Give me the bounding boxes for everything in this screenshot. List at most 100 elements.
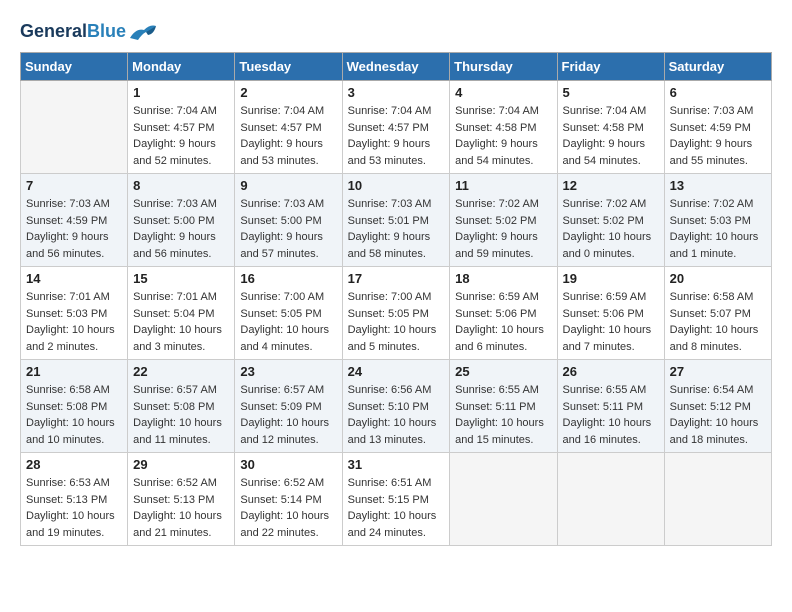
- calendar-cell: 11 Sunrise: 7:02 AMSunset: 5:02 PMDayligh…: [450, 174, 557, 267]
- calendar-cell: 19Sunrise: 6:59 AMSunset: 5:06 PMDayligh…: [557, 267, 664, 360]
- day-info: Sunrise: 7:04 AMSunset: 4:57 PMDaylight:…: [133, 103, 229, 169]
- day-number: 21: [26, 364, 122, 379]
- day-number: 5: [563, 85, 659, 100]
- day-info: Sunrise: 7:01 AMSunset: 5:04 PMDaylight:…: [133, 289, 229, 355]
- day-number: 2: [240, 85, 336, 100]
- day-info: Sunrise: 6:55 AMSunset: 5:11 PMDaylight:…: [563, 382, 659, 448]
- calendar-week-row: 7 Sunrise: 7:03 AMSunset: 4:59 PMDaylight…: [21, 174, 772, 267]
- day-number: 12: [563, 178, 659, 193]
- day-number: 10: [348, 178, 445, 193]
- day-number: 7: [26, 178, 122, 193]
- day-info: Sunrise: 7:01 AMSunset: 5:03 PMDaylight:…: [26, 289, 122, 355]
- day-number: 26: [563, 364, 659, 379]
- day-info: Sunrise: 6:58 AMSunset: 5:07 PMDaylight:…: [670, 289, 766, 355]
- day-info: Sunrise: 6:58 AMSunset: 5:08 PMDaylight:…: [26, 382, 122, 448]
- logo-bird-icon: [128, 20, 158, 44]
- day-info: Sunrise: 6:53 AMSunset: 5:13 PMDaylight:…: [26, 475, 122, 541]
- day-number: 9: [240, 178, 336, 193]
- day-number: 3: [348, 85, 445, 100]
- calendar-cell: 7 Sunrise: 7:03 AMSunset: 4:59 PMDaylight…: [21, 174, 128, 267]
- day-number: 25: [455, 364, 551, 379]
- day-header-sunday: Sunday: [21, 53, 128, 81]
- day-number: 13: [670, 178, 766, 193]
- calendar-cell: 5 Sunrise: 7:04 AMSunset: 4:58 PMDaylight…: [557, 81, 664, 174]
- calendar-cell: 8Sunrise: 7:03 AMSunset: 5:00 PMDaylight…: [128, 174, 235, 267]
- calendar-cell: 4 Sunrise: 7:04 AMSunset: 4:58 PMDaylight…: [450, 81, 557, 174]
- day-info: Sunrise: 6:57 AMSunset: 5:08 PMDaylight:…: [133, 382, 229, 448]
- calendar-week-row: 14 Sunrise: 7:01 AMSunset: 5:03 PMDayligh…: [21, 267, 772, 360]
- day-number: 29: [133, 457, 229, 472]
- day-number: 14: [26, 271, 122, 286]
- day-header-monday: Monday: [128, 53, 235, 81]
- calendar-cell: 12Sunrise: 7:02 AMSunset: 5:02 PMDayligh…: [557, 174, 664, 267]
- day-info: Sunrise: 7:00 AMSunset: 5:05 PMDaylight:…: [348, 289, 445, 355]
- calendar-week-row: 21 Sunrise: 6:58 AMSunset: 5:08 PMDayligh…: [21, 360, 772, 453]
- day-info: Sunrise: 6:55 AMSunset: 5:11 PMDaylight:…: [455, 382, 551, 448]
- day-info: Sunrise: 7:03 AMSunset: 4:59 PMDaylight:…: [26, 196, 122, 262]
- calendar-cell: 31 Sunrise: 6:51 AMSunset: 5:15 PMDayligh…: [342, 453, 450, 546]
- day-number: 23: [240, 364, 336, 379]
- day-number: 22: [133, 364, 229, 379]
- day-info: Sunrise: 7:04 AMSunset: 4:57 PMDaylight:…: [240, 103, 336, 169]
- day-info: Sunrise: 7:02 AMSunset: 5:02 PMDaylight:…: [455, 196, 551, 262]
- calendar-cell: 6 Sunrise: 7:03 AMSunset: 4:59 PMDaylight…: [664, 81, 771, 174]
- day-number: 19: [563, 271, 659, 286]
- calendar-cell: 22 Sunrise: 6:57 AMSunset: 5:08 PMDayligh…: [128, 360, 235, 453]
- calendar-cell: [21, 81, 128, 174]
- day-info: Sunrise: 7:03 AMSunset: 5:00 PMDaylight:…: [133, 196, 229, 262]
- calendar-cell: 20 Sunrise: 6:58 AMSunset: 5:07 PMDayligh…: [664, 267, 771, 360]
- day-number: 1: [133, 85, 229, 100]
- calendar-cell: 23 Sunrise: 6:57 AMSunset: 5:09 PMDayligh…: [235, 360, 342, 453]
- calendar-cell: 1 Sunrise: 7:04 AMSunset: 4:57 PMDaylight…: [128, 81, 235, 174]
- calendar-cell: 29 Sunrise: 6:52 AMSunset: 5:13 PMDayligh…: [128, 453, 235, 546]
- calendar-cell: 30 Sunrise: 6:52 AMSunset: 5:14 PMDayligh…: [235, 453, 342, 546]
- calendar-week-row: 28Sunrise: 6:53 AMSunset: 5:13 PMDayligh…: [21, 453, 772, 546]
- day-number: 17: [348, 271, 445, 286]
- calendar-cell: 10 Sunrise: 7:03 AMSunset: 5:01 PMDayligh…: [342, 174, 450, 267]
- calendar-cell: 27Sunrise: 6:54 AMSunset: 5:12 PMDayligh…: [664, 360, 771, 453]
- day-number: 6: [670, 85, 766, 100]
- day-number: 18: [455, 271, 551, 286]
- day-info: Sunrise: 7:04 AMSunset: 4:58 PMDaylight:…: [563, 103, 659, 169]
- day-number: 11: [455, 178, 551, 193]
- day-info: Sunrise: 6:51 AMSunset: 5:15 PMDaylight:…: [348, 475, 445, 541]
- day-header-wednesday: Wednesday: [342, 53, 450, 81]
- day-header-thursday: Thursday: [450, 53, 557, 81]
- day-info: Sunrise: 7:04 AMSunset: 4:58 PMDaylight:…: [455, 103, 551, 169]
- calendar-cell: 24 Sunrise: 6:56 AMSunset: 5:10 PMDayligh…: [342, 360, 450, 453]
- calendar-cell: 25 Sunrise: 6:55 AMSunset: 5:11 PMDayligh…: [450, 360, 557, 453]
- calendar-cell: 17 Sunrise: 7:00 AMSunset: 5:05 PMDayligh…: [342, 267, 450, 360]
- calendar-cell: 21 Sunrise: 6:58 AMSunset: 5:08 PMDayligh…: [21, 360, 128, 453]
- calendar-cell: [664, 453, 771, 546]
- calendar-cell: 9 Sunrise: 7:03 AMSunset: 5:00 PMDaylight…: [235, 174, 342, 267]
- calendar-cell: 28Sunrise: 6:53 AMSunset: 5:13 PMDayligh…: [21, 453, 128, 546]
- calendar-table: SundayMondayTuesdayWednesdayThursdayFrid…: [20, 52, 772, 546]
- day-info: Sunrise: 7:04 AMSunset: 4:57 PMDaylight:…: [348, 103, 445, 169]
- day-info: Sunrise: 6:57 AMSunset: 5:09 PMDaylight:…: [240, 382, 336, 448]
- day-info: Sunrise: 7:03 AMSunset: 5:01 PMDaylight:…: [348, 196, 445, 262]
- day-number: 30: [240, 457, 336, 472]
- day-number: 31: [348, 457, 445, 472]
- day-number: 4: [455, 85, 551, 100]
- day-header-saturday: Saturday: [664, 53, 771, 81]
- day-info: Sunrise: 6:52 AMSunset: 5:13 PMDaylight:…: [133, 475, 229, 541]
- day-info: Sunrise: 7:03 AMSunset: 5:00 PMDaylight:…: [240, 196, 336, 262]
- day-info: Sunrise: 7:02 AMSunset: 5:03 PMDaylight:…: [670, 196, 766, 262]
- day-number: 27: [670, 364, 766, 379]
- calendar-cell: 26 Sunrise: 6:55 AMSunset: 5:11 PMDayligh…: [557, 360, 664, 453]
- day-info: Sunrise: 6:56 AMSunset: 5:10 PMDaylight:…: [348, 382, 445, 448]
- day-number: 20: [670, 271, 766, 286]
- calendar-cell: 14 Sunrise: 7:01 AMSunset: 5:03 PMDayligh…: [21, 267, 128, 360]
- calendar-header-row: SundayMondayTuesdayWednesdayThursdayFrid…: [21, 53, 772, 81]
- day-number: 16: [240, 271, 336, 286]
- calendar-cell: 15Sunrise: 7:01 AMSunset: 5:04 PMDayligh…: [128, 267, 235, 360]
- day-info: Sunrise: 6:52 AMSunset: 5:14 PMDaylight:…: [240, 475, 336, 541]
- day-header-tuesday: Tuesday: [235, 53, 342, 81]
- calendar-cell: 3 Sunrise: 7:04 AMSunset: 4:57 PMDaylight…: [342, 81, 450, 174]
- calendar-cell: 16 Sunrise: 7:00 AMSunset: 5:05 PMDayligh…: [235, 267, 342, 360]
- day-number: 24: [348, 364, 445, 379]
- day-info: Sunrise: 6:59 AMSunset: 5:06 PMDaylight:…: [455, 289, 551, 355]
- day-info: Sunrise: 7:00 AMSunset: 5:05 PMDaylight:…: [240, 289, 336, 355]
- calendar-cell: [450, 453, 557, 546]
- day-info: Sunrise: 7:03 AMSunset: 4:59 PMDaylight:…: [670, 103, 766, 169]
